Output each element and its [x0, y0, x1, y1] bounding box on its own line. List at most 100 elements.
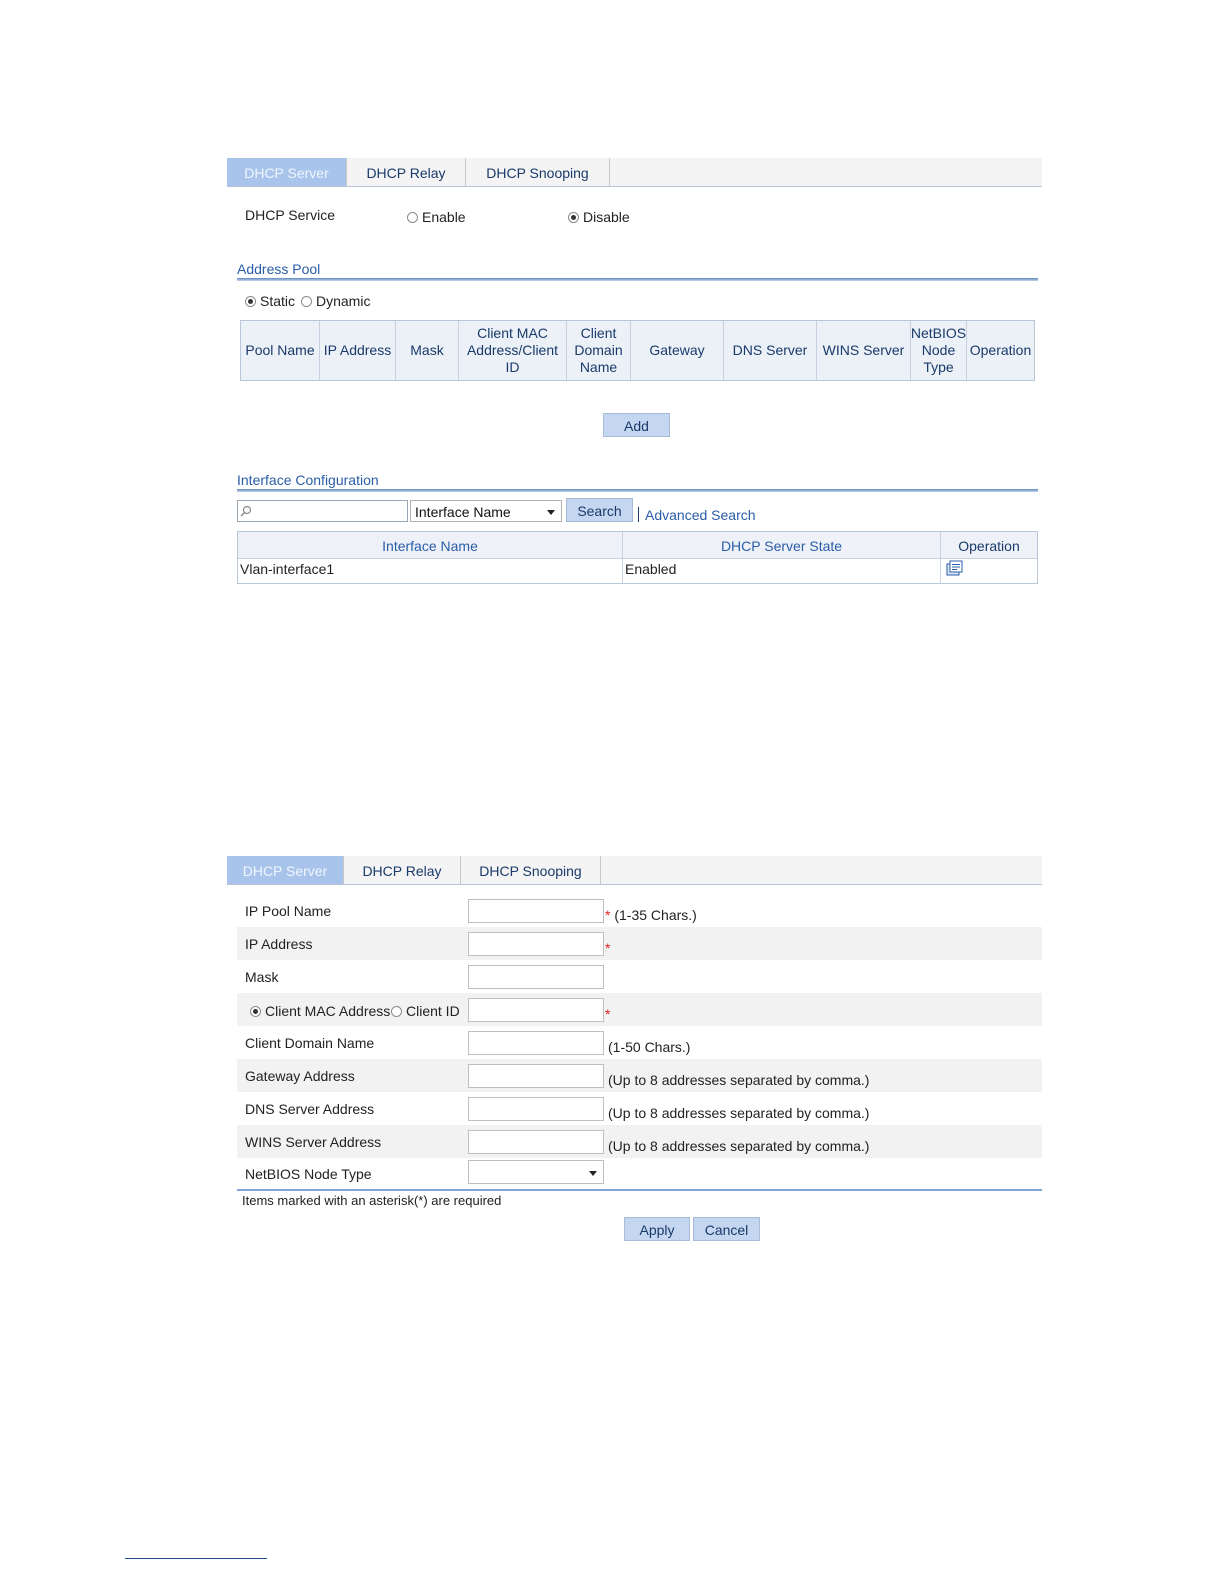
- disable-label: Disable: [583, 209, 630, 225]
- wins-hint: (Up to 8 addresses separated by comma.): [608, 1138, 870, 1154]
- form-row-ip-address: IP Address *: [237, 927, 1042, 960]
- tab-dhcp-snooping[interactable]: DHCP Snooping: [466, 158, 610, 186]
- dhcp-service-label: DHCP Service: [245, 207, 335, 223]
- mask-label: Mask: [245, 969, 279, 985]
- form-row-client-domain: Client Domain Name (1-50 Chars.): [237, 1026, 1042, 1059]
- search-button[interactable]: Search: [566, 498, 633, 522]
- dns-hint: (Up to 8 addresses separated by comma.): [608, 1105, 870, 1121]
- mask-input[interactable]: [468, 965, 604, 989]
- column-header[interactable]: Client MAC Address/Client ID: [459, 321, 567, 380]
- column-header[interactable]: Mask: [396, 321, 459, 380]
- table-header: Interface Name DHCP Server State Operati…: [238, 532, 1037, 559]
- advanced-search-link[interactable]: Advanced Search: [645, 507, 756, 523]
- dhcp-state-cell: Enabled: [623, 558, 941, 584]
- form-row-netbios: NetBIOS Node Type: [237, 1157, 1042, 1190]
- ip-address-input[interactable]: [468, 932, 604, 956]
- gateway-input[interactable]: [468, 1064, 604, 1088]
- interface-name-cell: Vlan-interface1: [238, 558, 623, 584]
- interface-config-title: Interface Configuration: [237, 472, 379, 488]
- search-input[interactable]: [237, 500, 408, 522]
- static-radio[interactable]: [245, 296, 256, 307]
- required-note: Items marked with an asterisk(*) are req…: [242, 1193, 502, 1208]
- client-id-input[interactable]: [468, 998, 604, 1022]
- form-row-mask: Mask: [237, 960, 1042, 993]
- form-row-wins: WINS Server Address (Up to 8 addresses s…: [237, 1125, 1042, 1158]
- client-domain-label: Client Domain Name: [245, 1035, 375, 1051]
- wins-input[interactable]: [468, 1130, 604, 1154]
- dynamic-radio[interactable]: [301, 296, 312, 307]
- column-header[interactable]: Gateway: [631, 321, 724, 380]
- required-marker: *: [605, 1006, 611, 1022]
- tab-dhcp-server[interactable]: DHCP Server: [227, 158, 347, 186]
- form-row-client-id: Client MAC Address Client ID *: [237, 993, 1042, 1026]
- required-marker: *: [605, 907, 611, 923]
- interface-table: Interface Name DHCP Server State Operati…: [237, 531, 1038, 584]
- gateway-label: Gateway Address: [245, 1068, 355, 1084]
- column-header[interactable]: DHCP Server State: [623, 532, 941, 558]
- tab-bar: DHCP Server DHCP Relay DHCP Snooping: [227, 158, 1042, 187]
- search-field-select[interactable]: Interface Name: [410, 500, 562, 522]
- pool-dynamic-option[interactable]: Dynamic: [301, 293, 370, 309]
- section-divider: [237, 278, 1038, 281]
- ip-pool-name-input[interactable]: [468, 899, 604, 923]
- column-header[interactable]: Interface Name: [238, 532, 623, 558]
- client-mac-radio[interactable]: [250, 1006, 261, 1017]
- pool-static-option[interactable]: Static: [245, 293, 295, 309]
- tab-dhcp-snooping[interactable]: DHCP Snooping: [461, 856, 601, 884]
- column-header[interactable]: NetBIOS Node Type: [911, 321, 967, 380]
- ip-pool-name-hint: * (1-35 Chars.): [605, 907, 697, 923]
- required-marker: *: [605, 940, 611, 956]
- chevron-down-icon: [589, 1171, 597, 1176]
- tab-dhcp-relay[interactable]: DHCP Relay: [344, 856, 461, 884]
- dns-input[interactable]: [468, 1097, 604, 1121]
- separator: [638, 507, 639, 522]
- client-domain-input[interactable]: [468, 1031, 604, 1055]
- address-pool-table: Pool Name IP Address Mask Client MAC Add…: [240, 320, 1035, 381]
- wins-label: WINS Server Address: [245, 1134, 382, 1150]
- enable-label: Enable: [422, 209, 466, 225]
- address-pool-title: Address Pool: [237, 261, 321, 277]
- client-mac-option[interactable]: Client MAC Address: [250, 1003, 390, 1019]
- client-mac-label: Client MAC Address: [265, 1003, 391, 1019]
- column-header[interactable]: DNS Server: [724, 321, 817, 380]
- dhcp-disable-option[interactable]: Disable: [568, 209, 630, 225]
- search-icon: [240, 505, 252, 517]
- chevron-down-icon: [547, 510, 555, 515]
- search-field-value: Interface Name: [415, 504, 511, 520]
- column-header: Operation: [958, 538, 1020, 554]
- form-row-gateway: Gateway Address (Up to 8 addresses separ…: [237, 1059, 1042, 1092]
- table-row: Vlan-interface1 Enabled: [238, 558, 1037, 584]
- edit-icon[interactable]: [946, 560, 964, 577]
- operation-cell: [941, 558, 1037, 584]
- enable-radio[interactable]: [407, 212, 418, 223]
- client-id-option[interactable]: Client ID: [391, 1003, 460, 1019]
- column-header[interactable]: WINS Server: [817, 321, 911, 380]
- form-row-dns: DNS Server Address (Up to 8 addresses se…: [237, 1092, 1042, 1125]
- client-id-radio[interactable]: [391, 1006, 402, 1017]
- client-id-label: Client ID: [406, 1003, 460, 1019]
- column-header[interactable]: Client Domain Name: [567, 321, 631, 380]
- static-label: Static: [260, 293, 296, 309]
- dhcp-enable-option[interactable]: Enable: [407, 209, 466, 225]
- tab-dhcp-relay[interactable]: DHCP Relay: [347, 158, 466, 186]
- column-header[interactable]: Pool Name: [241, 321, 320, 380]
- gateway-hint: (Up to 8 addresses separated by comma.): [608, 1072, 870, 1088]
- ip-pool-name-hint-text: (1-35 Chars.): [614, 907, 697, 923]
- add-button[interactable]: Add: [603, 413, 670, 437]
- cancel-button[interactable]: Cancel: [693, 1217, 760, 1241]
- form-divider: [237, 1189, 1042, 1191]
- dynamic-label: Dynamic: [316, 293, 371, 309]
- netbios-label: NetBIOS Node Type: [245, 1166, 372, 1182]
- tab-dhcp-server[interactable]: DHCP Server: [227, 856, 344, 884]
- apply-button[interactable]: Apply: [624, 1217, 690, 1241]
- form-row-ip-pool-name: IP Pool Name * (1-35 Chars.): [237, 894, 1042, 927]
- column-header[interactable]: IP Address: [320, 321, 396, 380]
- column-header[interactable]: Operation: [967, 321, 1034, 380]
- dns-label: DNS Server Address: [245, 1101, 375, 1117]
- section-divider: [237, 489, 1038, 492]
- ip-address-label: IP Address: [245, 936, 313, 952]
- footnote-rule: [125, 1558, 267, 1559]
- disable-radio[interactable]: [568, 212, 579, 223]
- netbios-select[interactable]: [468, 1160, 604, 1184]
- tab-bar: DHCP Server DHCP Relay DHCP Snooping: [227, 856, 1042, 885]
